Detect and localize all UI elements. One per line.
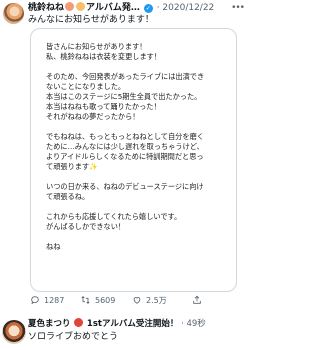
card-line: いつの日か来る、ねねのデビューステージに向け [46,182,204,191]
lantern-emoji-icon [74,318,84,327]
card-line: これからも応援してくれたら嬉しいです。 [46,212,182,221]
tweet-header: 桃鈴ねね アルバム発… ✓ · 2020/12/22 [28,2,245,14]
author-name[interactable]: 桃鈴ねね [28,3,64,13]
card-signature: ねね [46,242,61,251]
tweet-actions: 1287 5609 2.5万 [30,294,245,306]
card-line: 皆さんにお知らせがあります！ [46,42,147,51]
more-icon[interactable]: ••• [231,3,245,13]
peach-emoji-icon [65,2,75,11]
author-name-suffix[interactable]: アルバム発… [86,3,140,13]
reply-author-name[interactable]: 夏色まつり [28,319,71,329]
card-line: ないことになりました。 [46,82,126,91]
card-line: て頑張ります [46,162,90,171]
card-line: 本当はこのステージに5期生全員で出たかった。 [46,92,202,101]
retweet-icon [81,296,90,304]
reply-author-name-suffix[interactable]: 1stアルバム受注開始！ [87,319,178,329]
retweet-button[interactable]: 5609 [80,295,132,305]
card-line: それがねねの夢だったから！ [46,112,140,121]
sparkle-icon: ✨ [89,163,98,171]
card-line: 本当はねねも歌って踊りたかった！ [46,102,161,111]
card-line: 私、桃鈴ねねは衣装を変更します！ [46,52,162,61]
card-line: よりアイドルらしくなるために特訓期間だと思っ [46,152,204,161]
reply-author-avatar[interactable] [2,320,26,344]
reply-text: ソロライブおめでとう [28,332,119,342]
author-avatar[interactable] [3,3,24,24]
like-icon [133,297,141,304]
card-line: そのため、今回発表があったライブには出演でき [46,72,205,81]
like-button[interactable]: 2.5万 [132,295,192,306]
card-line: て頑張るね。 [46,192,90,201]
verified-badge-icon: ✓ [143,4,153,13]
card-line: でもねねは、もっともっとねねとして自分を磨く [46,132,204,141]
card-line: ために…みんなには少し遅れを取っちゃうけど、 [46,142,204,151]
reply-button[interactable]: 1287 [30,295,80,305]
share-button[interactable] [192,295,202,305]
tweet-image-card[interactable]: 皆さんにお知らせがあります！ 私、桃鈴ねねは衣装を変更します！ そのため、今回発… [30,28,237,292]
card-line-with-sparkle: て頑張ります✨ [46,162,98,172]
card-line: がんばるしかできない！ [46,222,126,231]
like-count: 2.5万 [146,295,167,305]
tweet-text: みんなにお知らせがあります！ [28,15,154,25]
tweet-date[interactable]: · 2020/12/22 [157,3,215,13]
reply-header: 夏色まつり 1stアルバム受注開始！ · 49秒 [28,318,245,330]
retweet-count: 5609 [95,295,116,305]
reply-count: 1287 [44,295,65,305]
reply-time[interactable]: · 49秒 [181,319,206,329]
reply-icon [31,296,39,305]
reply-tweet: 夏色まつり 1stアルバム受注開始！ · 49秒 ソロライブおめでとう [28,318,245,343]
egg-emoji-icon [76,2,86,11]
share-icon [193,295,201,304]
